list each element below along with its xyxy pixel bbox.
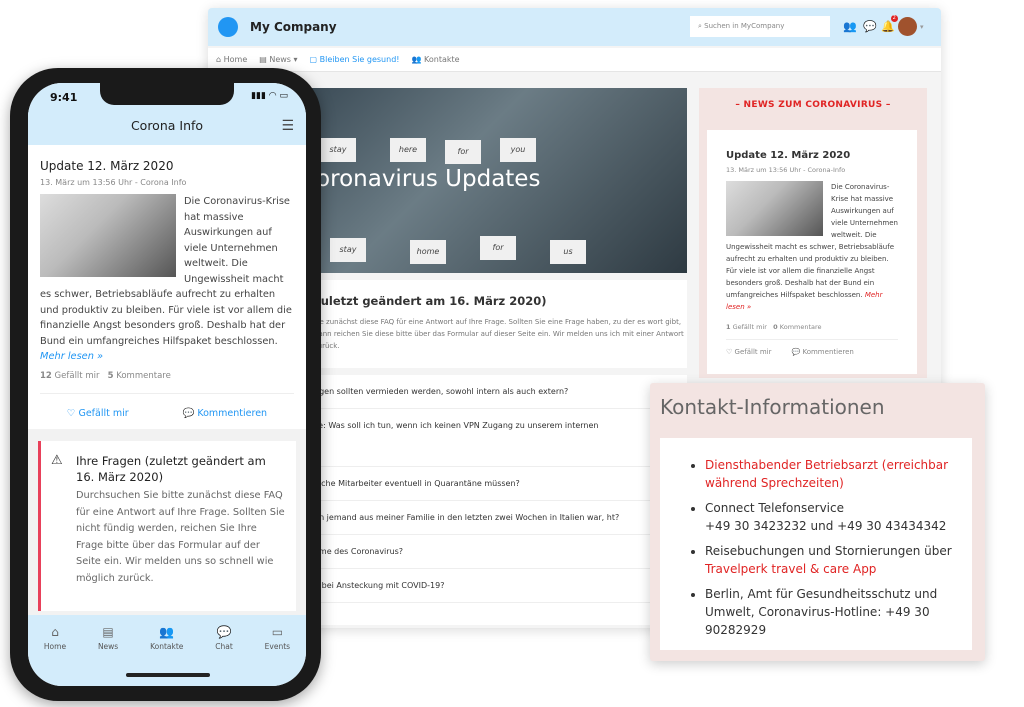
handwashing-image bbox=[726, 181, 823, 236]
faq-intro-card: zuletzt geändert am 16. März 2020) tte z… bbox=[300, 280, 687, 368]
news-meta: 13. März um 13:56 Uhr - Corona-Info bbox=[726, 166, 846, 174]
faq-title: Ihre Fragen (zuletzt geändert am 16. Mär… bbox=[76, 454, 266, 484]
nav-home[interactable]: ⌂ Home bbox=[216, 55, 247, 64]
tab-events[interactable]: ▭ Events bbox=[265, 625, 290, 686]
phone-feed: Update 12. März 2020 13. März um 13:56 U… bbox=[28, 145, 306, 615]
notch bbox=[100, 83, 234, 105]
chat-icon[interactable]: 💬 bbox=[863, 20, 877, 33]
search-input[interactable]: ⌕ Suchen in MyCompany bbox=[690, 16, 830, 37]
people-icon[interactable]: 👥 bbox=[843, 20, 857, 33]
faq-question[interactable]: ngen sollten vermieden werden, sowohl in… bbox=[300, 375, 687, 409]
faq-question[interactable]: elche Mitarbeiter eventuell in Quarantän… bbox=[300, 467, 687, 501]
app-title: Corona Info bbox=[130, 118, 204, 133]
comment-button[interactable]: 💬 Kommentieren bbox=[792, 348, 854, 356]
post-card: Update 12. März 2020 13. März um 13:56 U… bbox=[28, 145, 306, 429]
tab-home[interactable]: ⌂ Home bbox=[44, 625, 66, 686]
faq-question[interactable]: ome des Coronavirus? bbox=[300, 535, 687, 569]
tab-chat[interactable]: 💬 Chat bbox=[215, 625, 233, 686]
contact-item: Berlin, Amt für Gesundheitsschutz und Um… bbox=[705, 585, 952, 639]
hero-sign: stay bbox=[320, 138, 356, 162]
handwashing-image bbox=[40, 194, 176, 277]
hero-sign: you bbox=[500, 138, 536, 162]
people-icon: 👥 bbox=[159, 625, 175, 639]
hero-banner: stay here for you stay home for us Coron… bbox=[300, 88, 687, 273]
post-title[interactable]: Update 12. März 2020 bbox=[40, 159, 294, 173]
contact-info-card: Kontakt-Informationen Diensthabender Bet… bbox=[650, 383, 985, 661]
phone-screen: 9:41 ▮▮▮ ◠ ▭ Corona Info ☰ Update 12. Mä… bbox=[28, 83, 306, 686]
news-sidebar: – NEWS ZUM CORONAVIRUS – Update 12. März… bbox=[699, 88, 927, 378]
phone-mockup: 9:41 ▮▮▮ ◠ ▭ Corona Info ☰ Update 12. Mä… bbox=[10, 68, 321, 701]
post-stats: 12 Gefällt mir 5 Kommentare bbox=[40, 371, 294, 394]
faq-text: tte zunächst diese FAQ für eine Antwort … bbox=[314, 318, 684, 350]
like-button[interactable]: ♡ Gefällt mir bbox=[67, 408, 129, 419]
news-icon: ▤ bbox=[102, 625, 114, 639]
post-meta: 13. März um 13:56 Uhr - Corona Info bbox=[40, 178, 187, 187]
avatar[interactable] bbox=[898, 17, 917, 36]
faq-text: Durchsuchen Sie bitte zunächst diese FAQ… bbox=[76, 490, 285, 584]
company-logo[interactable] bbox=[218, 17, 238, 37]
nav-kontakte[interactable]: 👥 Kontakte bbox=[411, 55, 459, 64]
search-placeholder: Suchen in MyCompany bbox=[704, 22, 785, 30]
warning-icon: ⚠ bbox=[51, 453, 63, 468]
hero-sign: us bbox=[550, 240, 586, 264]
home-icon: ⌂ bbox=[51, 625, 59, 639]
contact-item[interactable]: Diensthabender Betriebsarzt (erreichbar … bbox=[705, 456, 952, 492]
hero-sign: for bbox=[480, 236, 516, 260]
clock: 9:41 bbox=[50, 91, 78, 104]
hero-sign: home bbox=[410, 240, 446, 264]
signal-wifi-battery-icon: ▮▮▮ ◠ ▭ bbox=[251, 91, 288, 101]
nav-bleiben-gesund[interactable]: ▢ Bleiben Sie gesund! bbox=[310, 55, 400, 64]
hero-title: Coronavirus Updates bbox=[300, 166, 541, 192]
home-indicator[interactable] bbox=[126, 673, 210, 677]
desktop-nav: ⌂ Home ▤ News ▾ ▢ Bleiben Sie gesund! 👥 … bbox=[208, 48, 941, 72]
nav-news[interactable]: ▤ News ▾ bbox=[259, 55, 297, 64]
comment-button[interactable]: 💬 Kommentieren bbox=[182, 408, 267, 419]
contact-item[interactable]: Reisebuchungen und Stornierungen über Tr… bbox=[705, 542, 952, 578]
faq-question[interactable]: nn jemand aus meiner Familie in den letz… bbox=[300, 501, 687, 535]
folder-icon: ▭ bbox=[271, 625, 284, 639]
faq-card[interactable]: ⚠ Ihre Fragen (zuletzt geändert am 16. M… bbox=[38, 441, 296, 611]
faq-question[interactable]: se: Was soll ich tun, wenn ich keinen VP… bbox=[300, 409, 687, 467]
sidebar-heading: – NEWS ZUM CORONAVIRUS – bbox=[735, 100, 891, 110]
app-header: Corona Info ☰ bbox=[28, 111, 306, 145]
hero-sign: stay bbox=[330, 238, 366, 262]
read-more-link[interactable]: Mehr lesen » bbox=[40, 351, 103, 362]
hero-sign: here bbox=[390, 138, 426, 162]
chat-icon: 💬 bbox=[216, 625, 232, 639]
chevron-down-icon[interactable]: ▾ bbox=[920, 23, 924, 31]
bell-icon[interactable]: 🔔 2 bbox=[881, 15, 898, 33]
tab-news[interactable]: ▤ News bbox=[98, 625, 118, 686]
news-card: Update 12. März 2020 13. März um 13:56 U… bbox=[707, 130, 917, 374]
faq-question[interactable]: n bei Ansteckung mit COVID-19? bbox=[300, 569, 687, 603]
desktop-header: My Company ⌕ Suchen in MyCompany 👥 💬 🔔 2 … bbox=[208, 8, 941, 46]
contact-title: Kontakt-Informationen bbox=[660, 395, 885, 419]
company-name[interactable]: My Company bbox=[250, 20, 337, 34]
like-button[interactable]: ♡ Gefällt mir bbox=[726, 348, 772, 356]
faq-title: zuletzt geändert am 16. März 2020) bbox=[314, 294, 547, 308]
news-title[interactable]: Update 12. März 2020 bbox=[726, 150, 898, 161]
notification-badge: 2 bbox=[890, 15, 898, 22]
hero-sign: for bbox=[445, 140, 481, 164]
contact-item: Connect Telefonservice +49 30 3423232 un… bbox=[705, 499, 952, 535]
hamburger-menu-icon[interactable]: ☰ bbox=[281, 111, 294, 141]
faq-question-list: ngen sollten vermieden werden, sowohl in… bbox=[300, 375, 687, 625]
news-stats: 1 Gefällt mir 0 Kommentare bbox=[726, 323, 898, 340]
